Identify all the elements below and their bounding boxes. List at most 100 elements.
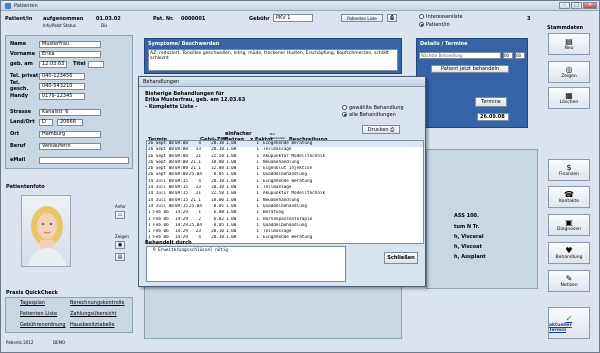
gebuehrenordnung-link[interactable]: Gebührenordnung <box>20 322 66 328</box>
patientenfoto-label: Patientenfoto <box>6 184 45 190</box>
behandlungen-list[interactable]: 26 Sept 08 09:00 4 20.10 1.00 1 Eingehende Ber… <box>146 140 424 244</box>
naechste-behandlung-field[interactable]: Nächste Behandlung <box>419 52 501 59</box>
status-left: Patients 2012 <box>6 340 34 345</box>
stammdaten-title: Stammdaten <box>547 25 584 31</box>
hausbesitztabelle-link[interactable]: Hausbesitztabelle <box>70 322 115 328</box>
titel-field[interactable] <box>87 60 104 68</box>
maximize-button[interactable]: □ <box>571 2 582 9</box>
pat-nr-value: 0000001 <box>181 16 206 22</box>
save-icon[interactable]: ▤ <box>115 253 125 261</box>
minimize-button[interactable]: – <box>559 2 570 9</box>
patient-status: aufgenommen <box>43 16 84 22</box>
symptome-panel: Symptome/ Beschwerden AZ: reduziert, Ton… <box>144 38 402 74</box>
status-right: DEMO <box>53 340 66 345</box>
tel-privat-field[interactable]: 040-123456 <box>39 72 85 80</box>
close-button[interactable]: ✕ <box>583 2 597 9</box>
vorname-field[interactable]: Erika <box>39 50 101 58</box>
schliessen-button[interactable]: Schließen <box>384 252 418 264</box>
patient-photo <box>21 195 71 267</box>
anfor-label: Anfor <box>115 204 126 209</box>
row-betrag: 20.10 <box>211 235 224 241</box>
right-info-panel: ASS 100. tum N Tr. h, Visceral h, Viscoa… <box>426 149 538 289</box>
app-icon <box>5 2 11 9</box>
patient-checkbox[interactable]: Patient/in <box>419 22 450 28</box>
zeigen-button[interactable]: ◎ Zeigen <box>548 61 590 83</box>
col-nur-behandler: Nur Behandler <box>270 132 286 140</box>
diagnosis-icon: ▣ <box>565 218 573 227</box>
jetzt-behandeln-button[interactable]: Patient jetzt behandeln <box>431 65 509 73</box>
interessenliste-checkbox[interactable]: Interessenliste <box>419 14 463 20</box>
patient-form-panel: Name Musterfrau Vorname Erika geb. am 12.03… <box>5 35 133 169</box>
quickcheck-panel: Tagesplan Berechnungskontrolle Patienten… <box>5 297 133 333</box>
view-icon: ◎ <box>565 65 573 74</box>
main-window: Patienten – □ ✕ Patient/in aufgenommen 0… <box>0 0 600 353</box>
title-bar: Patienten – □ ✕ <box>1 1 599 11</box>
quickcheck-title: Praxis QuickCheck <box>6 290 58 296</box>
handy-field[interactable]: 0179-12345 <box>39 92 85 100</box>
patient-label: Patient/in <box>5 16 33 22</box>
printer-icon: ⎙ <box>390 126 395 133</box>
hour-field[interactable]: 00 <box>503 52 513 59</box>
row-faktor: 1.00 <box>226 235 237 241</box>
loeschen-button[interactable]: ▦ Löschen <box>548 87 590 109</box>
tagesplan-link[interactable]: Tagesplan <box>20 300 45 306</box>
lower-panel <box>144 281 402 339</box>
new-icon: ▤ <box>565 37 573 46</box>
berechnungskontrolle-link[interactable]: Berechnungskontrolle <box>70 300 125 306</box>
kontakte-button[interactable]: ☎ Kontakte <box>548 186 590 208</box>
symptome-title: Symptome/ Beschwerden <box>148 41 220 47</box>
sub-status-label: Info/Patst Status <box>43 23 76 28</box>
termine-button[interactable]: Termine <box>475 97 507 107</box>
phone-icon: ☎ <box>564 190 574 199</box>
window-title: Patienten <box>14 2 38 9</box>
name-field[interactable]: Musterfrau <box>39 40 101 48</box>
zahlungsuebersicht-link[interactable]: Zahlungsübersicht <box>70 311 117 317</box>
dialog-heading-2: Erika Musterfrau, geb. am 12.03.63 <box>145 97 246 103</box>
delete-icon: ▦ <box>565 91 573 100</box>
row-behandler: 1 <box>256 235 259 241</box>
termin-date[interactable]: 26.09.08 <box>477 113 509 121</box>
gebuehr-label: Gebühr <box>249 16 270 22</box>
radio-alle[interactable]: alle Behandlungen <box>342 112 396 118</box>
print-icon[interactable]: ⎙ <box>387 14 397 22</box>
land-field[interactable]: D <box>39 118 53 126</box>
behandlung-button[interactable]: ♥ Behandlung <box>548 242 590 264</box>
behandlungen-dialog: Behandlungen Bisherige Behandlungen für … <box>138 76 426 287</box>
minute-field[interactable]: 00 <box>515 52 525 59</box>
dialog-title: Behandlungen <box>143 78 180 85</box>
notizen-button[interactable]: ✎ Notizen <box>548 270 590 292</box>
treatment-icon: ♥ <box>565 246 573 255</box>
zoom-icon[interactable]: ▣ <box>115 241 125 249</box>
diagnosen-button[interactable]: ▣ Diagnosen <box>548 214 590 236</box>
email-field[interactable] <box>39 156 129 164</box>
finanzen-button[interactable]: $ Finanzen <box>548 159 590 181</box>
status-date: 01.03.02 <box>96 16 121 22</box>
details-title: Details / Termine <box>420 41 468 47</box>
radio-gewaehlte[interactable]: gewählte Behandlung <box>342 105 404 111</box>
geb-field[interactable]: 12.03.63 <box>39 60 67 68</box>
patienten-liste-link[interactable]: Patienten Liste <box>20 311 57 317</box>
neu-button[interactable]: ▤ Neu <box>548 33 590 55</box>
row-beschreibung: Eingehende Beratung <box>263 235 313 241</box>
tel-gesch-field[interactable]: 040-543210 <box>39 82 85 90</box>
behandelt-text[interactable]: 9 Erweiterungsschlüssel nötig <box>146 246 346 282</box>
gebuehr-select[interactable]: PKV 1 <box>273 14 313 22</box>
sub-status-value: Dis <box>101 23 108 28</box>
zeigen-label: Zeigen <box>115 234 129 239</box>
details-panel: Details / Termine Nächste Behandlung 00 … <box>416 38 528 128</box>
symptome-text[interactable]: AZ: reduziert, Tonsillen geschwollen, ei… <box>148 49 398 71</box>
beruf-field[interactable]: Verkäuferin <box>39 142 101 150</box>
dialog-heading-3: - Komplette Liste - <box>145 104 198 110</box>
plz-field[interactable]: 20666 <box>57 118 83 126</box>
pencil-icon: ✎ <box>565 274 573 283</box>
pat-nr-label: Pat. Nr. <box>153 16 174 22</box>
count-label: 3 <box>527 16 531 22</box>
ort-field[interactable]: Hamburg <box>39 130 101 138</box>
dollar-icon: $ <box>566 163 572 172</box>
strasse-field[interactable]: Kanalstr. 6 <box>39 108 101 116</box>
checkmark-icon: ✓ <box>565 313 573 323</box>
aktueller-termin-button[interactable]: ✓ aktueller Termin <box>548 307 590 339</box>
camera-icon[interactable]: ▭ <box>115 211 125 219</box>
patienten-liste-button[interactable]: Patienten Liste <box>341 14 383 22</box>
drucken-button[interactable]: Drucken ⎙ <box>362 125 400 134</box>
